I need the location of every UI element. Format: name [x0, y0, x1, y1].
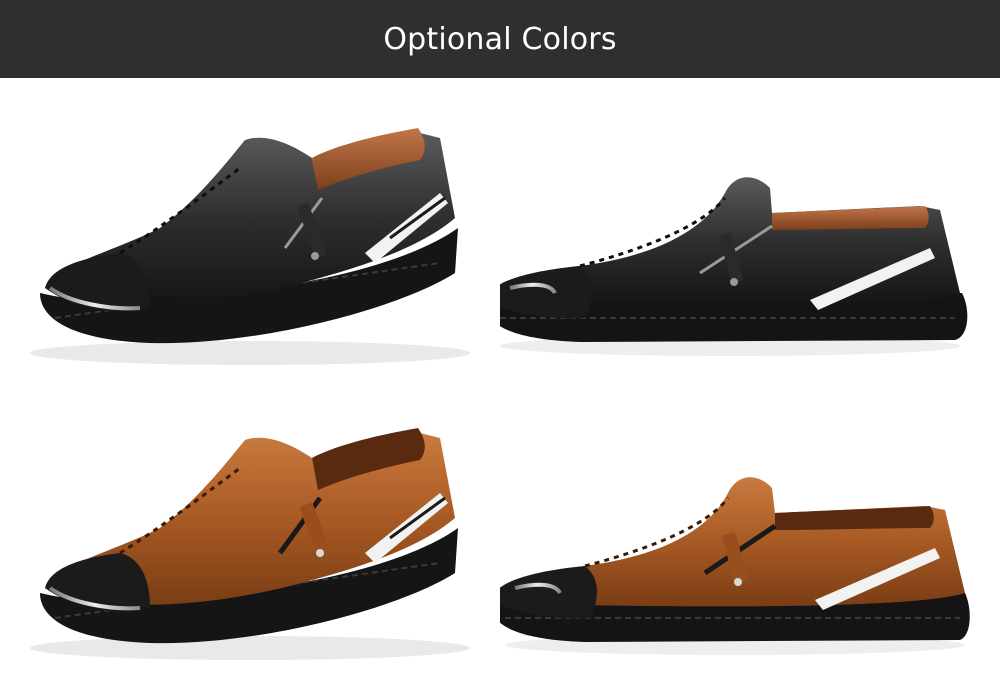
- header-banner: Optional Colors: [0, 0, 1000, 78]
- shoe-photo-icon: [500, 177, 968, 356]
- shoe-photo-icon: [30, 128, 470, 365]
- brown-shoe-side-photo: [500, 383, 1000, 687]
- brown-shoe-angled-photo: [0, 383, 500, 687]
- shoe-photo-icon: [30, 428, 470, 660]
- shoe-photo-icon: [500, 477, 970, 655]
- black-shoe-side-photo: [500, 78, 1000, 383]
- black-shoe-angled-photo: [0, 78, 500, 383]
- page-title: Optional Colors: [383, 21, 617, 57]
